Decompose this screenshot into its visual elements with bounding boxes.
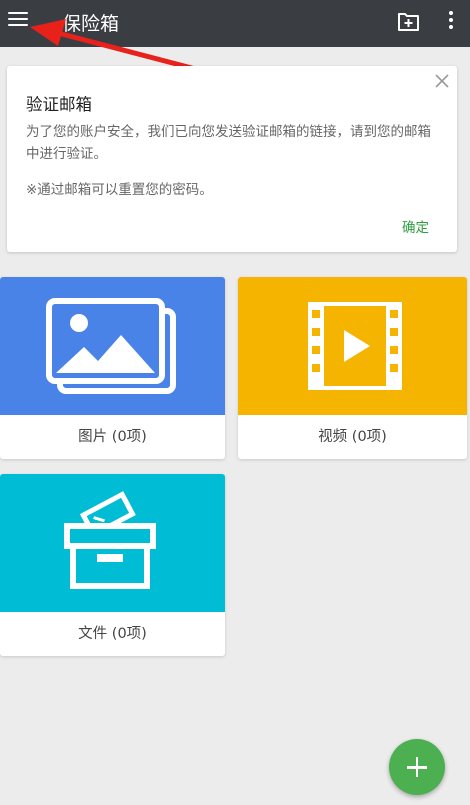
folder-add-icon xyxy=(398,13,419,31)
card-note: ※通过邮箱可以重置您的密码。 xyxy=(26,182,213,198)
images-label: 图片 (0项) xyxy=(78,429,147,445)
videos-tile[interactable]: 视频 (0项) xyxy=(238,277,467,459)
image-gallery-icon xyxy=(46,298,176,394)
archive-box-icon xyxy=(64,491,156,589)
images-thumb xyxy=(0,277,225,415)
close-icon xyxy=(435,74,449,88)
files-label: 文件 (0项) xyxy=(78,626,147,642)
app-bar: 保险箱 xyxy=(0,0,470,47)
add-fab-button[interactable] xyxy=(389,739,445,795)
card-title: 验证邮箱 xyxy=(26,95,92,114)
files-thumb xyxy=(0,474,225,612)
add-folder-button[interactable] xyxy=(395,6,423,34)
page-title: 保险箱 xyxy=(62,13,120,35)
files-tile[interactable]: 文件 (0项) xyxy=(0,474,225,656)
videos-label: 视频 (0项) xyxy=(318,429,387,445)
verify-email-card: 验证邮箱 为了您的账户安全，我们已向您发送验证邮箱的链接，请到您的邮箱中进行验证… xyxy=(7,66,457,252)
menu-button[interactable] xyxy=(6,7,30,33)
video-film-icon xyxy=(308,302,402,390)
close-button[interactable] xyxy=(434,73,450,89)
confirm-button[interactable]: 确定 xyxy=(402,216,429,236)
more-options-button[interactable] xyxy=(444,8,458,34)
card-message: 为了您的账户安全，我们已向您发送验证邮箱的链接，请到您的邮箱中进行验证。 xyxy=(26,124,431,162)
videos-thumb xyxy=(238,277,467,415)
images-tile[interactable]: 图片 (0项) xyxy=(0,277,225,459)
